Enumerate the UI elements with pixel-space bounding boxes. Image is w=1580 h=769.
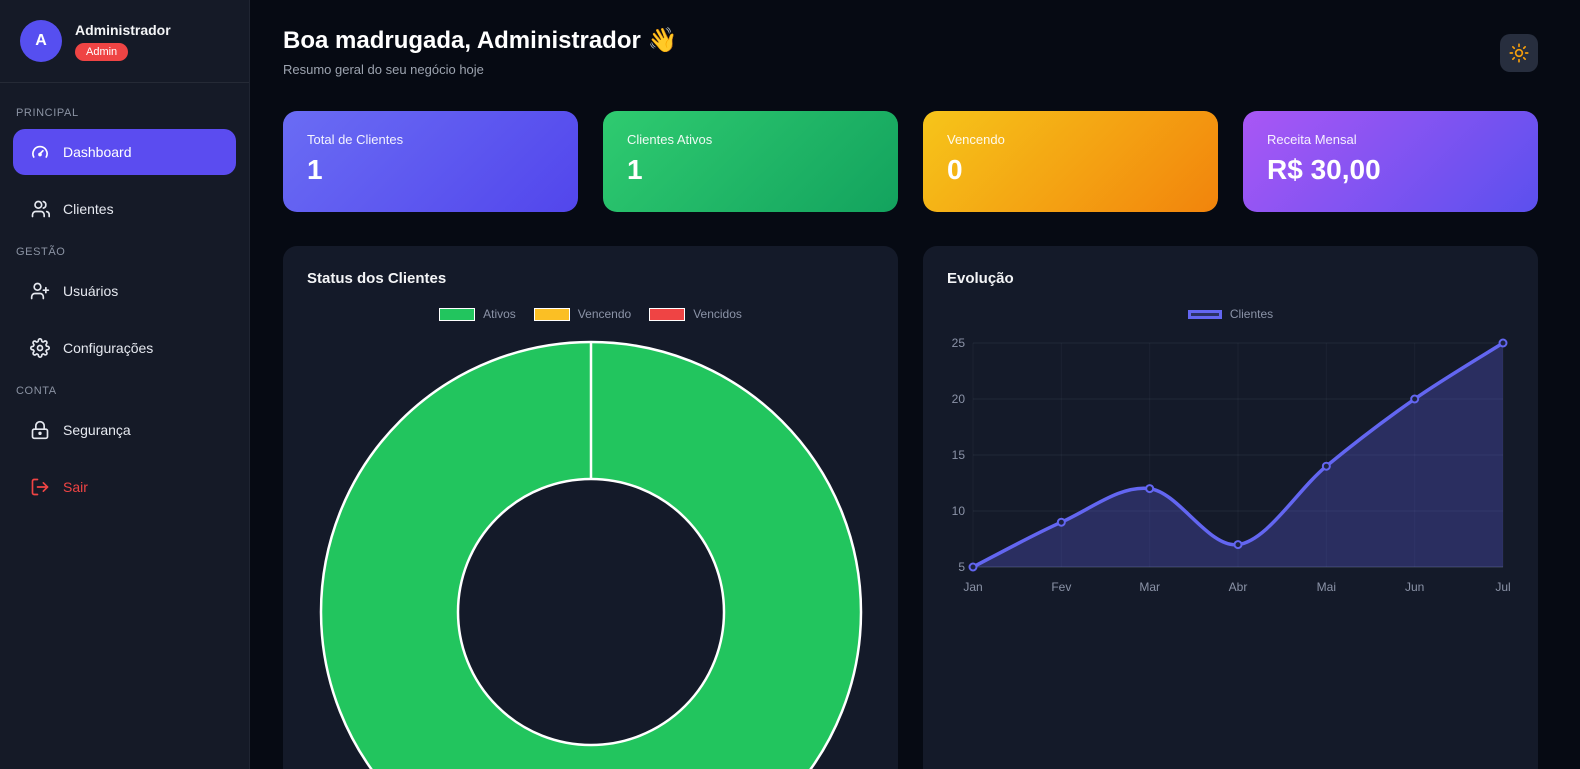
stat-cards: Total de Clientes 1 Clientes Ativos 1 Ve… [283,111,1538,212]
svg-text:Jun: Jun [1405,580,1424,594]
svg-text:20: 20 [952,392,966,406]
svg-text:Mai: Mai [1317,580,1336,594]
svg-text:Abr: Abr [1229,580,1248,594]
users-icon [30,199,50,219]
sidebar-item-seguranca[interactable]: Segurança [13,407,236,453]
user-profile: A Administrador Admin [0,0,249,83]
svg-text:Fev: Fev [1051,580,1071,594]
svg-text:5: 5 [958,560,965,574]
legend-item-vencendo[interactable]: Vencendo [534,307,631,321]
role-badge: Admin [75,43,128,61]
gauge-icon [30,142,50,162]
lock-icon [30,420,50,440]
legend-swatch-clientes [1188,310,1222,319]
chart-title: Status dos Clientes [307,270,874,287]
theme-toggle-button[interactable] [1500,34,1538,72]
line-legend: Clientes [947,305,1514,323]
svg-text:15: 15 [952,448,966,462]
sidebar-item-dashboard[interactable]: Dashboard [13,129,236,175]
page-title: Boa madrugada, Administrador 👋 [283,26,677,55]
sidebar-item-configuracoes[interactable]: Configurações [13,325,236,371]
svg-text:10: 10 [952,504,966,518]
legend-item-clientes[interactable]: Clientes [1188,307,1273,321]
sidebar-item-label: Sair [63,479,88,495]
stat-label: Clientes Ativos [627,132,874,147]
page-subtitle: Resumo geral do seu negócio hoje [283,62,677,77]
donut-chart [307,329,874,769]
topbar: Boa madrugada, Administrador 👋 Resumo ge… [283,26,1538,77]
stat-value: 1 [627,154,874,186]
user-name: Administrador [75,22,171,38]
user-plus-icon [30,281,50,301]
legend-item-vencidos[interactable]: Vencidos [649,307,742,321]
sidebar-item-usuarios[interactable]: Usuários [13,268,236,314]
donut-legend: Ativos Vencendo Vencidos [307,305,874,323]
stat-label: Receita Mensal [1267,132,1514,147]
stat-value: 1 [307,154,554,186]
sidebar-nav: PRINCIPAL Dashboard Clientes [0,83,249,531]
stat-card-receita-mensal: Receita Mensal R$ 30,00 [1243,111,1538,212]
sidebar-item-label: Usuários [63,283,118,299]
nav-section-gestao: GESTÃO [16,246,233,258]
chart-row: Status dos Clientes Ativos Vencendo Venc… [283,246,1538,769]
status-clientes-card: Status dos Clientes Ativos Vencendo Venc… [283,246,898,769]
sidebar: A Administrador Admin PRINCIPAL Dashboar… [0,0,250,769]
sun-icon [1509,43,1529,63]
legend-swatch-vencidos [649,308,685,321]
gear-icon [30,338,50,358]
stat-value: 0 [947,154,1194,186]
sidebar-item-label: Segurança [63,422,131,438]
nav-section-principal: PRINCIPAL [16,107,233,119]
nav-section-conta: CONTA [16,385,233,397]
svg-text:Jul: Jul [1495,580,1510,594]
svg-text:25: 25 [952,336,966,350]
sidebar-item-label: Dashboard [63,144,132,160]
sidebar-item-sair[interactable]: Sair [13,464,236,510]
stat-label: Vencendo [947,132,1194,147]
stat-card-clientes-ativos: Clientes Ativos 1 [603,111,898,212]
sidebar-item-clientes[interactable]: Clientes [13,186,236,232]
legend-swatch-vencendo [534,308,570,321]
avatar: A [20,20,62,62]
stat-card-total-clientes: Total de Clientes 1 [283,111,578,212]
stat-value: R$ 30,00 [1267,154,1514,186]
stat-card-vencendo: Vencendo 0 [923,111,1218,212]
line-chart: 5 10 15 20 25 Jan Fev Mar Abr Mai Jun Jul [947,329,1514,614]
logout-icon [30,477,50,497]
chart-title: Evolução [947,270,1514,287]
evolucao-card: Evolução Clientes 5 10 15 20 25 Jan Fev Mar Abr M… [923,246,1538,769]
dashboard-app: A Administrador Admin PRINCIPAL Dashboar… [0,0,1580,769]
sidebar-item-label: Clientes [63,201,114,217]
main-content: Boa madrugada, Administrador 👋 Resumo ge… [250,0,1580,769]
svg-text:Mar: Mar [1139,580,1160,594]
svg-text:Jan: Jan [963,580,982,594]
legend-swatch-ativos [439,308,475,321]
legend-item-ativos[interactable]: Ativos [439,307,516,321]
sidebar-item-label: Configurações [63,340,153,356]
stat-label: Total de Clientes [307,132,554,147]
